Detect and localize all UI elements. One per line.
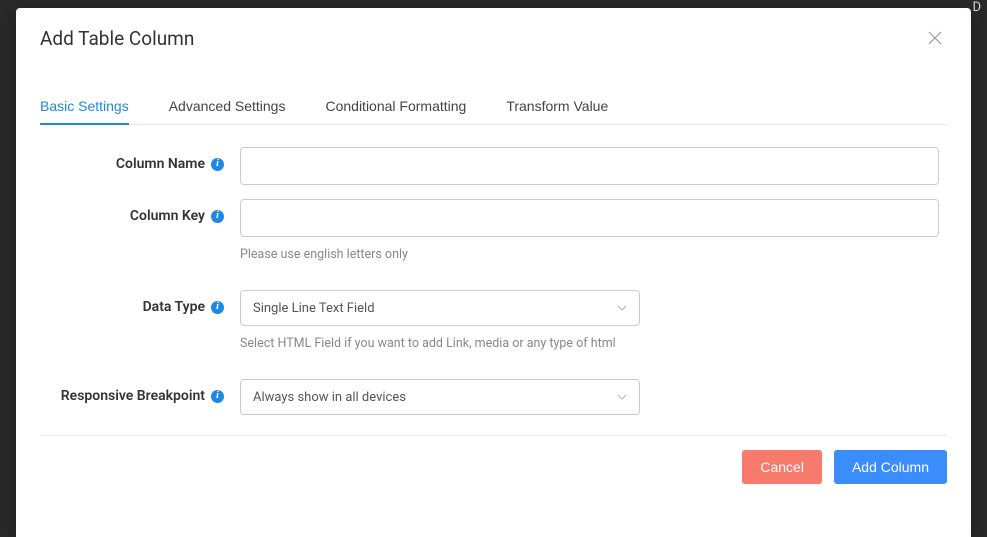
- label-column-name: Column Name: [116, 156, 205, 172]
- column-name-input[interactable]: [240, 147, 939, 185]
- info-icon[interactable]: i: [211, 390, 224, 403]
- help-column-key: Please use english letters only: [240, 247, 947, 262]
- data-type-select[interactable]: Single Line Text Field: [240, 290, 640, 326]
- label-cell-responsive-breakpoint: Responsive Breakpoint i: [40, 379, 240, 404]
- add-column-button[interactable]: Add Column: [834, 450, 947, 484]
- modal-title: Add Table Column: [40, 27, 194, 50]
- cancel-button[interactable]: Cancel: [742, 450, 822, 484]
- responsive-breakpoint-select[interactable]: Always show in all devices: [240, 379, 640, 415]
- label-data-type: Data Type: [143, 299, 205, 315]
- input-cell-column-key: [240, 199, 947, 237]
- form-area: Column Name i Column Key i Please use en…: [40, 125, 947, 484]
- close-icon: [928, 31, 942, 45]
- label-responsive-breakpoint: Responsive Breakpoint: [61, 388, 205, 404]
- row-column-name: Column Name i: [40, 147, 947, 185]
- row-responsive-breakpoint: Responsive Breakpoint i Always show in a…: [40, 379, 947, 415]
- input-cell-column-name: [240, 147, 947, 185]
- chevron-down-icon: [617, 392, 627, 402]
- tab-basic-settings[interactable]: Basic Settings: [40, 90, 129, 124]
- tabs: Basic Settings Advanced Settings Conditi…: [40, 90, 947, 125]
- close-button[interactable]: [923, 26, 947, 50]
- label-cell-column-key: Column Key i: [40, 199, 240, 224]
- label-cell-column-name: Column Name i: [40, 147, 240, 172]
- info-icon[interactable]: i: [211, 210, 224, 223]
- modal-add-table-column: Add Table Column Basic Settings Advanced…: [16, 8, 971, 537]
- tab-conditional-formatting[interactable]: Conditional Formatting: [325, 90, 466, 124]
- row-column-key: Column Key i: [40, 199, 947, 237]
- divider: [40, 435, 947, 436]
- modal-header: Add Table Column: [16, 8, 971, 66]
- tab-advanced-settings[interactable]: Advanced Settings: [169, 90, 286, 124]
- input-cell-responsive-breakpoint: Always show in all devices: [240, 379, 947, 415]
- chevron-down-icon: [617, 303, 627, 313]
- background-text: D: [972, 0, 981, 15]
- row-data-type: Data Type i Single Line Text Field: [40, 290, 947, 326]
- input-cell-data-type: Single Line Text Field: [240, 290, 947, 326]
- tab-transform-value[interactable]: Transform Value: [506, 90, 608, 124]
- info-icon[interactable]: i: [211, 301, 224, 314]
- data-type-selected-value: Single Line Text Field: [253, 301, 375, 316]
- help-data-type: Select HTML Field if you want to add Lin…: [240, 336, 947, 351]
- modal-body: Basic Settings Advanced Settings Conditi…: [16, 66, 971, 537]
- label-cell-data-type: Data Type i: [40, 290, 240, 315]
- info-icon[interactable]: i: [211, 158, 224, 171]
- footer-actions: Cancel Add Column: [40, 450, 947, 484]
- responsive-breakpoint-selected-value: Always show in all devices: [253, 390, 406, 405]
- label-column-key: Column Key: [130, 208, 205, 224]
- column-key-input[interactable]: [240, 199, 939, 237]
